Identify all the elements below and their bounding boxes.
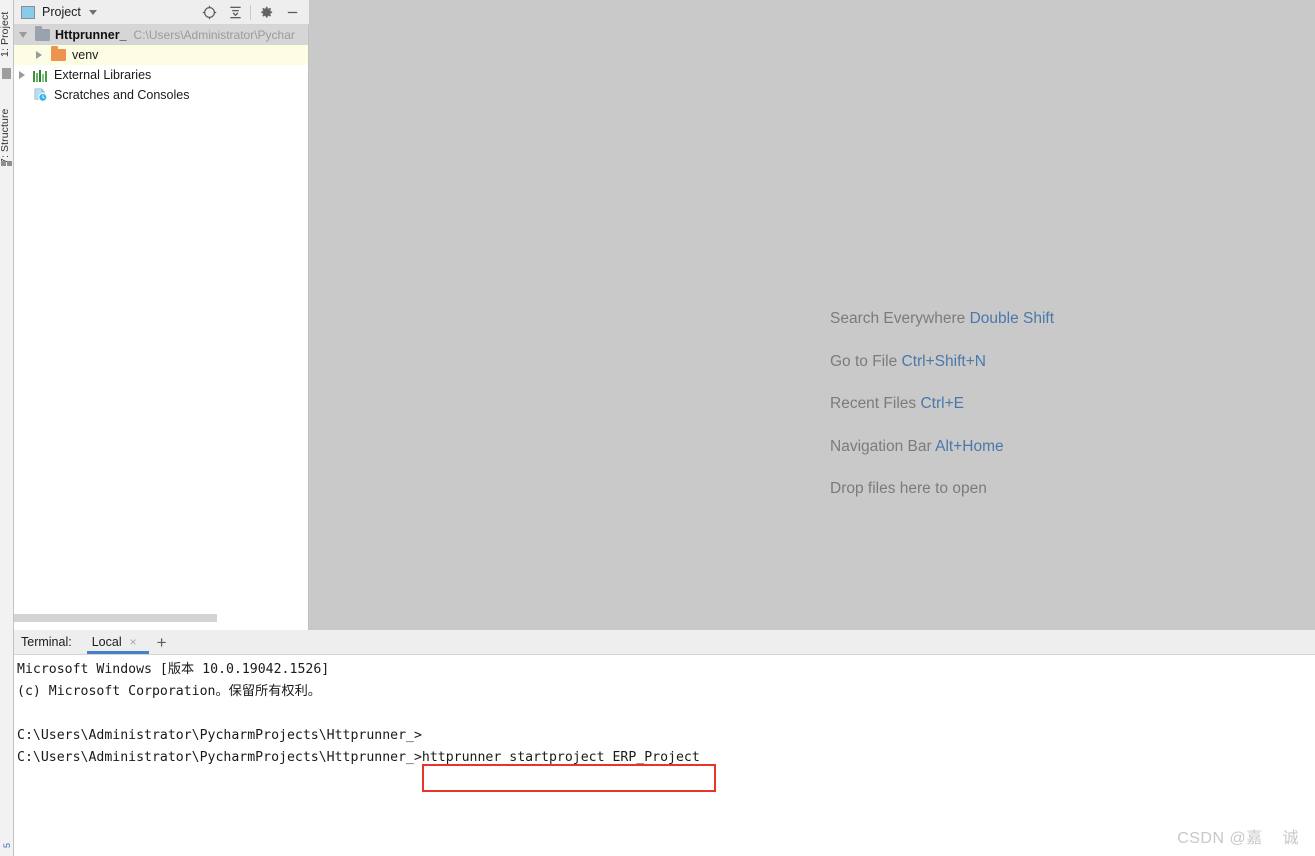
hint-label: Search Everywhere [830, 310, 966, 327]
terminal-output[interactable]: Microsoft Windows [版本 10.0.19042.1526] (… [14, 655, 1315, 856]
project-view-label: Project [42, 5, 81, 19]
terminal-line: C:\Users\Administrator\PycharmProjects\H… [17, 728, 422, 743]
hint-row: Navigation Bar Alt+Home [830, 438, 1054, 456]
project-panel-header: Project [14, 0, 309, 25]
hint-shortcut: Alt+Home [935, 437, 1004, 455]
close-icon[interactable]: × [130, 636, 137, 648]
sidebar-tab-project[interactable]: 1: Project [0, 2, 12, 66]
tree-node-name: Httprunner_ [55, 28, 127, 42]
left-tool-strip: 1: Project 7: Structure 5 [0, 0, 14, 856]
hint-shortcut: Double Shift [969, 310, 1055, 327]
tree-row[interactable]: venv [14, 45, 308, 65]
gear-icon[interactable] [253, 0, 279, 25]
hint-shortcut: Ctrl+Shift+N [901, 352, 986, 370]
collapse-all-icon[interactable] [222, 0, 248, 25]
toolbar-divider [250, 5, 251, 20]
terminal-tab-label: Local [91, 635, 122, 649]
editor-hints: Search Everywhere Double Shift Go to Fil… [830, 310, 1054, 523]
hint-label: Recent Files [830, 395, 917, 412]
bottom-left-badge[interactable]: 5 [2, 843, 12, 848]
hint-row: Go to File Ctrl+Shift+N [830, 353, 1054, 371]
tree-node-name: External Libraries [54, 68, 152, 82]
editor-empty-area: Search Everywhere Double Shift Go to Fil… [309, 0, 1315, 630]
project-panel-toolbar [196, 0, 305, 25]
tree-row[interactable]: Httprunner_ C:\Users\Administrator\Pycha… [14, 25, 308, 45]
chevron-down-icon[interactable] [88, 9, 97, 15]
tree-row[interactable]: Scratches and Consoles [14, 85, 308, 105]
hint-row: Drop files here to open [830, 480, 1054, 498]
project-tree: Httprunner_ C:\Users\Administrator\Pycha… [14, 25, 308, 611]
hint-row: Search Everywhere Double Shift [830, 310, 1054, 328]
terminal-line: Microsoft Windows [版本 10.0.19042.1526] [17, 662, 330, 677]
terminal-tabbar: Terminal: Local × + [14, 630, 1315, 655]
terminal-line: (c) Microsoft Corporation。保留所有权利。 [17, 684, 321, 699]
project-tab-marker-icon [2, 68, 11, 79]
hint-label: Navigation Bar [830, 437, 932, 455]
watermark: CSDN @嘉 诚 [1177, 830, 1299, 847]
chevron-right-icon[interactable] [19, 71, 25, 79]
terminal-title: Terminal: [21, 635, 72, 649]
folder-orange-icon [51, 46, 66, 61]
terminal-line-command: C:\Users\Administrator\PycharmProjects\H… [17, 750, 700, 765]
folder-gray-icon [35, 26, 50, 41]
project-panel: Project Httprunner_ C:\Users\Administrat… [14, 0, 309, 630]
hint-row: Recent Files Ctrl+E [830, 395, 1054, 413]
minimize-icon[interactable] [279, 0, 305, 25]
tree-node-name: venv [72, 48, 99, 62]
tree-row[interactable]: External Libraries [14, 65, 308, 85]
terminal-panel: Terminal: Local × + Microsoft Windows [版… [14, 630, 1315, 856]
tree-node-path: C:\Users\Administrator\Pychar [133, 28, 295, 42]
chevron-down-icon[interactable] [19, 32, 27, 38]
tree-node-name: Scratches and Consoles [54, 88, 190, 102]
locate-icon[interactable] [196, 0, 222, 25]
new-terminal-tab-button[interactable]: + [157, 634, 167, 651]
structure-tab-marker-icon [1, 161, 6, 166]
hint-label: Go to File [830, 352, 898, 370]
chevron-right-icon[interactable] [36, 51, 42, 59]
hint-shortcut: Ctrl+E [920, 395, 964, 412]
project-view-icon [21, 5, 35, 19]
project-panel-hscrollbar-thumb[interactable] [14, 614, 217, 622]
terminal-tab-local[interactable]: Local × [86, 630, 149, 654]
scratches-icon [33, 88, 48, 102]
hint-label: Drop files here to open [830, 480, 987, 497]
libraries-icon [33, 69, 48, 82]
